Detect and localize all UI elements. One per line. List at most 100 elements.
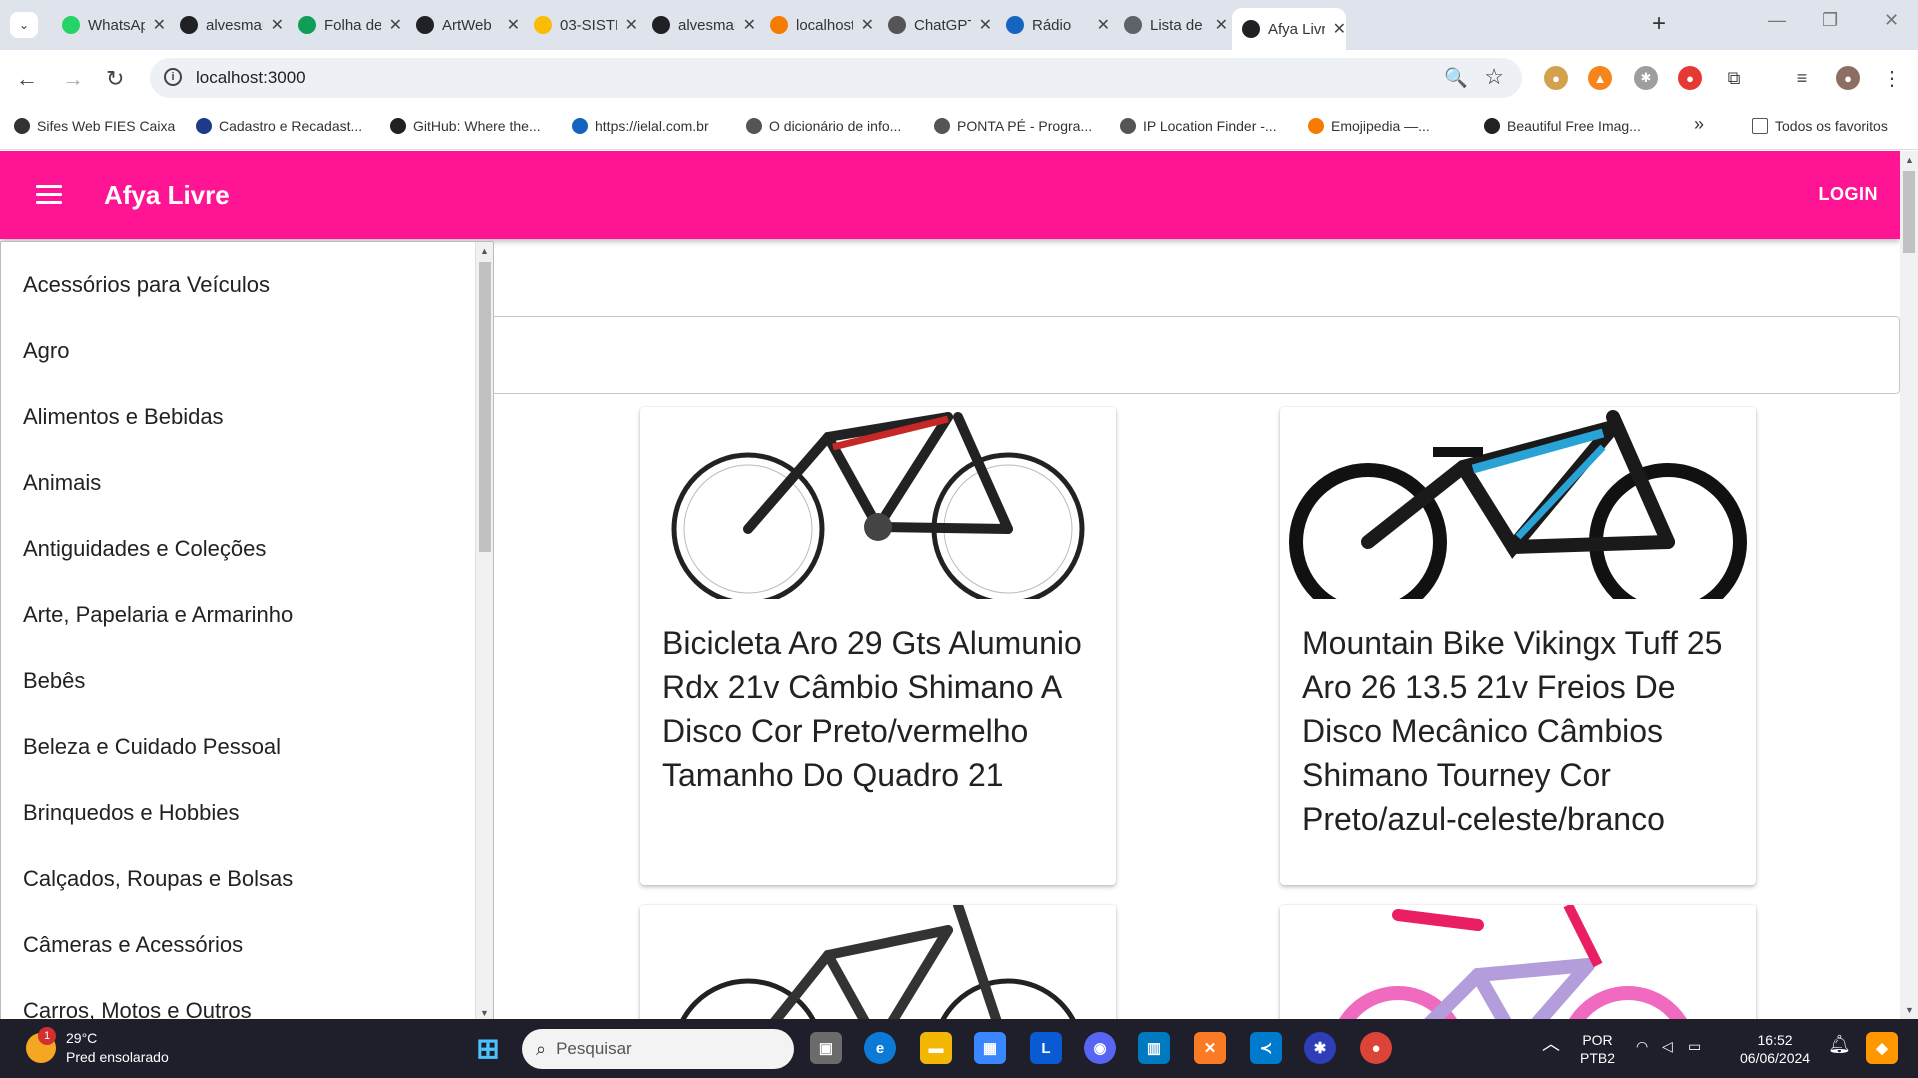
notification-bell-icon[interactable]: 🔔︎ (1828, 1035, 1851, 1053)
tab-close-icon[interactable]: ✕ (1097, 15, 1110, 35)
task-view-icon[interactable]: ▣ (810, 1032, 842, 1064)
gear-extension-icon[interactable]: ✱ (1634, 66, 1658, 90)
category-item[interactable]: Bebês (1, 648, 475, 714)
address-bar[interactable]: i localhost:3000 🔍 ☆ (150, 58, 1522, 98)
bookmark-item[interactable]: GitHub: Where the... (390, 118, 541, 134)
profile-avatar[interactable]: ● (1836, 66, 1860, 90)
bluetooth-app-icon[interactable]: ✱ (1304, 1032, 1336, 1064)
tab-close-icon[interactable]: ✕ (1333, 19, 1346, 39)
site-info-icon[interactable]: i (164, 68, 182, 86)
tab-close-icon[interactable]: ✕ (1215, 15, 1228, 35)
browser-tab[interactable]: alvesmarcos ✕ (170, 8, 284, 42)
product-card[interactable] (640, 905, 1116, 1019)
page-scroll-down-icon[interactable]: ▼ (1905, 1005, 1914, 1015)
browser-tab[interactable]: Rádio ✕ (996, 8, 1110, 42)
category-item[interactable]: Acessórios para Veículos (1, 252, 475, 318)
category-item[interactable]: Carros, Motos e Outros (1, 978, 475, 1019)
category-item[interactable]: Agro (1, 318, 475, 384)
browser-tab[interactable]: Afya Livre ✕ (1232, 8, 1346, 50)
scroll-down-icon[interactable]: ▼ (480, 1008, 489, 1018)
puzzle-extensions-icon[interactable]: ⧉ (1722, 66, 1746, 90)
tab-close-icon[interactable]: ✕ (979, 15, 992, 35)
minimize-icon[interactable]: — (1768, 10, 1786, 31)
bookmark-item[interactable]: IP Location Finder -... (1120, 118, 1277, 134)
bookmark-item[interactable]: Cadastro e Recadast... (196, 118, 362, 134)
wifi-icon[interactable]: ◠ (1636, 1037, 1648, 1055)
category-item[interactable]: Antiguidades e Coleções (1, 516, 475, 582)
tab-close-icon[interactable]: ✕ (507, 15, 520, 35)
scroll-up-icon[interactable]: ▲ (480, 246, 489, 256)
bookmark-item[interactable]: Beautiful Free Imag... (1484, 118, 1641, 134)
category-item[interactable]: Arte, Papelaria e Armarinho (1, 582, 475, 648)
tab-close-icon[interactable]: ✕ (271, 15, 284, 35)
browser-menu-icon[interactable]: ⋮ (1880, 66, 1904, 90)
file-explorer-icon[interactable]: ▬ (920, 1032, 952, 1064)
bookmark-item[interactable]: PONTA PÉ - Progra... (934, 118, 1092, 134)
bookmark-star-icon[interactable]: ☆ (1484, 64, 1504, 90)
all-bookmarks-folder[interactable]: Todos os favoritos (1752, 118, 1888, 134)
browser-tab[interactable]: Lista de ✕ (1114, 8, 1228, 42)
taskbar-search[interactable]: ⌕ Pesquisar (522, 1029, 794, 1069)
product-title[interactable]: Mountain Bike Vikingx Tuff 25 Aro 26 13.… (1280, 599, 1756, 841)
forward-icon[interactable]: → (62, 66, 84, 92)
bookmark-item[interactable]: https://ielal.com.br (572, 118, 709, 134)
app-title[interactable]: Afya Livre (104, 180, 230, 211)
browser-tab[interactable]: localhost ✕ (760, 8, 874, 42)
search-field[interactable] (470, 316, 1900, 394)
page-scroll-up-icon[interactable]: ▲ (1905, 155, 1914, 165)
weather-widget[interactable]: 1 29°C Pred ensolarado (26, 1027, 169, 1067)
stop-extension-icon[interactable]: ● (1678, 66, 1702, 90)
page-scroll-thumb[interactable] (1903, 171, 1915, 253)
product-card[interactable]: Bicicleta Aro 29 Gts Alumunio Rdx 21v Câ… (640, 407, 1116, 885)
url-text[interactable]: localhost:3000 (196, 68, 306, 88)
discord-icon[interactable]: ◉ (1084, 1032, 1116, 1064)
tab-close-icon[interactable]: ✕ (861, 15, 874, 35)
tab-close-icon[interactable]: ✕ (389, 15, 402, 35)
cookie-extension-icon[interactable]: ● (1544, 66, 1568, 90)
product-card[interactable]: Mountain Bike Vikingx Tuff 25 Aro 26 13.… (1280, 407, 1756, 885)
category-item[interactable]: Alimentos e Bebidas (1, 384, 475, 450)
lexical-app-icon[interactable]: L (1030, 1032, 1062, 1064)
category-item[interactable]: Animais (1, 450, 475, 516)
product-card[interactable] (1280, 905, 1756, 1019)
media-controls-icon[interactable]: ≡ (1790, 66, 1814, 90)
vscode-icon[interactable]: ≺ (1250, 1032, 1282, 1064)
edge-icon[interactable]: e (864, 1032, 896, 1064)
battery-icon[interactable]: ▭ (1688, 1037, 1701, 1055)
close-window-icon[interactable]: ✕ (1884, 10, 1899, 31)
browser-tab[interactable]: WhatsApp ✕ (52, 8, 166, 42)
browser-tab[interactable]: 03-SISTEMA ✕ (524, 8, 638, 42)
drawer-scroll-thumb[interactable] (479, 262, 491, 552)
metamask-extension-icon[interactable]: ▲ (1588, 66, 1612, 90)
back-icon[interactable]: ← (16, 66, 38, 92)
browser-tab[interactable]: ChatGPT ✕ (878, 8, 992, 42)
chrome-icon[interactable]: ● (1360, 1032, 1392, 1064)
product-title[interactable]: Bicicleta Aro 29 Gts Alumunio Rdx 21v Câ… (640, 599, 1116, 797)
browser-tab[interactable]: alvesmarcos ✕ (642, 8, 756, 42)
category-item[interactable]: Calçados, Roupas e Bolsas (1, 846, 475, 912)
tab-close-icon[interactable]: ✕ (743, 15, 756, 35)
tab-close-icon[interactable]: ✕ (153, 15, 166, 35)
copilot-icon[interactable]: ◆ (1866, 1032, 1898, 1064)
restore-icon[interactable]: ❐ (1822, 10, 1838, 31)
category-item[interactable]: Beleza e Cuidado Pessoal (1, 714, 475, 780)
zoom-icon[interactable]: 🔍 (1444, 66, 1468, 90)
category-item[interactable]: Câmeras e Acessórios (1, 912, 475, 978)
hamburger-menu-icon[interactable] (36, 185, 62, 205)
drawer-scrollbar[interactable]: ▲ ▼ (475, 242, 493, 1019)
category-item[interactable]: Brinquedos e Hobbies (1, 780, 475, 846)
bookmark-item[interactable]: O dicionário de info... (746, 118, 901, 134)
bookmark-item[interactable]: Sifes Web FIES Caixa (14, 118, 175, 134)
tab-close-icon[interactable]: ✕ (625, 15, 638, 35)
browser-tab[interactable]: Folha de ✕ (288, 8, 402, 42)
tab-search-chevron-icon[interactable]: ⌄ (10, 12, 38, 38)
windows-start-icon[interactable]: ⊞ (472, 1032, 504, 1064)
trello-icon[interactable]: ▥ (1138, 1032, 1170, 1064)
page-scrollbar[interactable]: ▲ ▼ (1900, 151, 1918, 1019)
login-button[interactable]: LOGIN (1819, 184, 1879, 205)
volume-icon[interactable]: ◁ (1662, 1037, 1673, 1055)
browser-tab[interactable]: ArtWeb ✕ (406, 8, 520, 42)
store-icon[interactable]: ▦ (974, 1032, 1006, 1064)
clock[interactable]: 16:52 06/06/2024 (1740, 1031, 1810, 1067)
tray-chevron-icon[interactable]: ︿ (1542, 1035, 1560, 1053)
